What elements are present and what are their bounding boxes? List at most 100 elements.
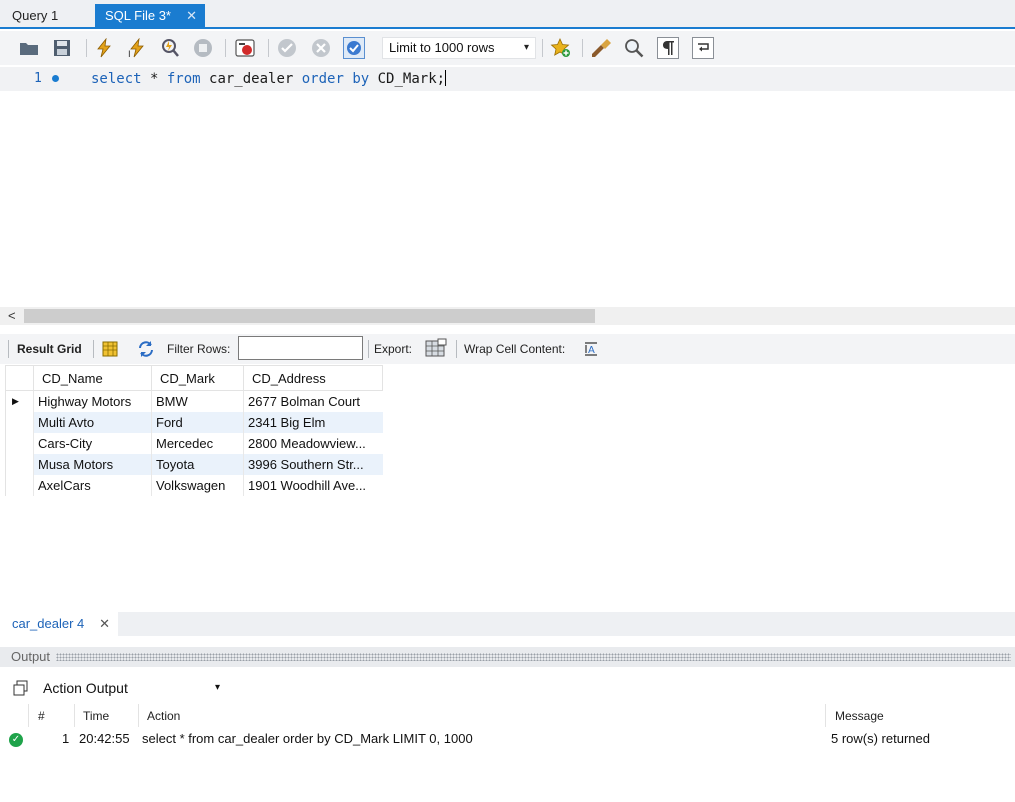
- scroll-left-arrow-icon[interactable]: <: [8, 307, 16, 325]
- tab-label: SQL File 3*: [105, 8, 171, 23]
- sql-editor[interactable]: 1 select * from car_dealer order by CD_M…: [0, 65, 1015, 307]
- cell[interactable]: AxelCars: [33, 474, 152, 496]
- sql-code-line[interactable]: select * from car_dealer order by CD_Mar…: [91, 70, 447, 87]
- limit-rows-select[interactable]: Limit to 1000 rows ▾: [382, 37, 536, 59]
- output-row-message: 5 row(s) returned: [831, 731, 930, 746]
- open-folder-icon[interactable]: [18, 37, 40, 59]
- output-type-select[interactable]: Action Output ▾: [36, 676, 226, 700]
- code-text: *: [141, 71, 167, 87]
- row-marker-header: [5, 365, 34, 391]
- tab-label: Query 1: [12, 8, 59, 23]
- filter-rows-input[interactable]: [238, 336, 363, 360]
- find-icon[interactable]: [623, 37, 645, 59]
- cell[interactable]: Highway Motors: [33, 390, 152, 412]
- sql-editor-toolbar: I Limit to 1000 rows ▾: [0, 31, 1015, 65]
- column-header-message[interactable]: Message: [835, 709, 884, 723]
- invisible-chars-icon[interactable]: [657, 37, 679, 59]
- cell[interactable]: Multi Avto: [33, 411, 152, 433]
- output-toolbar: Action Output ▾: [0, 674, 1015, 702]
- explain-icon[interactable]: [159, 37, 181, 59]
- output-title: Output: [11, 649, 53, 664]
- table-row[interactable]: AxelCars Volkswagen 1901 Woodhill Ave...: [5, 474, 383, 496]
- cell[interactable]: Toyota: [151, 453, 244, 475]
- autocommit-icon[interactable]: [343, 37, 365, 59]
- svg-text:I: I: [128, 50, 131, 58]
- bookmark-icon[interactable]: [550, 37, 572, 59]
- column-header-cd-name[interactable]: CD_Name: [33, 365, 152, 391]
- current-row-arrow-icon: ▶: [5, 390, 34, 412]
- result-grid-label[interactable]: Result Grid: [17, 342, 82, 356]
- row-marker: [5, 432, 34, 454]
- row-marker: [5, 474, 34, 496]
- cell[interactable]: Musa Motors: [33, 453, 152, 475]
- keyword: from: [166, 71, 201, 87]
- table-row[interactable]: ▶ Highway Motors BMW 2677 Bolman Court: [5, 390, 383, 412]
- tab-sql-file-3[interactable]: SQL File 3* ✕: [95, 4, 205, 29]
- cell[interactable]: Cars-City: [33, 432, 152, 454]
- editor-tab-bar: Query 1 SQL File 3* ✕: [0, 0, 1015, 29]
- export-label: Export:: [374, 342, 413, 356]
- cell[interactable]: BMW: [151, 390, 244, 412]
- filter-rows-label: Filter Rows:: [167, 342, 231, 356]
- table-row[interactable]: Cars-City Mercedec 2800 Meadowview...: [5, 432, 383, 454]
- column-header-cd-mark[interactable]: CD_Mark: [151, 365, 244, 391]
- chevron-down-icon: ▾: [523, 42, 529, 53]
- text-cursor: [445, 70, 447, 86]
- result-grid[interactable]: CD_Name CD_Mark CD_Address ▶ Highway Mot…: [5, 365, 383, 496]
- column-header-time[interactable]: Time: [83, 709, 109, 723]
- column-header-number[interactable]: #: [38, 709, 45, 723]
- output-row-action: select * from car_dealer order by CD_Mar…: [142, 731, 473, 746]
- column-header-action[interactable]: Action: [147, 709, 180, 723]
- output-row[interactable]: ✓ 1 20:42:55 select * from car_dealer or…: [0, 728, 1015, 750]
- refresh-icon[interactable]: [135, 338, 157, 360]
- stop-icon[interactable]: [192, 37, 214, 59]
- table-row[interactable]: Musa Motors Toyota 3996 Southern Str...: [5, 453, 383, 475]
- grid-view-icon[interactable]: [99, 338, 121, 360]
- cell[interactable]: 2800 Meadowview...: [243, 432, 383, 454]
- cell[interactable]: 2341 Big Elm: [243, 411, 383, 433]
- svg-text:A: A: [588, 345, 595, 356]
- result-tab-bar: car_dealer 4 ✕: [0, 612, 1015, 636]
- cell[interactable]: 2677 Bolman Court: [243, 390, 383, 412]
- execute-icon[interactable]: [93, 37, 115, 59]
- table-row[interactable]: Multi Avto Ford 2341 Big Elm: [5, 411, 383, 433]
- column-header-cd-address[interactable]: CD_Address: [243, 365, 383, 391]
- cell[interactable]: 1901 Woodhill Ave...: [243, 474, 383, 496]
- cell[interactable]: Volkswagen: [151, 474, 244, 496]
- execute-current-icon[interactable]: I: [126, 37, 148, 59]
- wrap-icon[interactable]: [692, 37, 714, 59]
- beautify-icon[interactable]: [590, 37, 612, 59]
- commit-icon[interactable]: [276, 37, 298, 59]
- output-row-number: 1: [62, 731, 70, 746]
- scrollbar-thumb[interactable]: [24, 309, 595, 323]
- output-grid-header: # Time Action Message: [0, 704, 1015, 727]
- close-tab-icon[interactable]: ✕: [99, 612, 110, 636]
- output-panel-header: Output: [0, 647, 1015, 667]
- success-check-icon: ✓: [9, 733, 23, 747]
- code-text: car_dealer: [200, 71, 302, 87]
- wrap-cell-content-label: Wrap Cell Content:: [464, 342, 566, 356]
- tab-label: car_dealer 4: [12, 616, 85, 631]
- result-toolbar: Result Grid Filter Rows: Export: Wrap Ce…: [0, 334, 1015, 364]
- keyword: by: [352, 71, 370, 87]
- cell[interactable]: 3996 Southern Str...: [243, 453, 383, 475]
- toggle-errors-icon[interactable]: [234, 37, 256, 59]
- keyword: order: [301, 71, 344, 87]
- line-number: 1: [34, 71, 42, 86]
- copy-icon[interactable]: [10, 677, 32, 699]
- cell[interactable]: Ford: [151, 411, 244, 433]
- wrap-cell-icon[interactable]: A: [581, 338, 603, 360]
- tab-query-1[interactable]: Query 1: [2, 4, 90, 29]
- export-icon[interactable]: [425, 337, 447, 359]
- save-icon[interactable]: [51, 37, 73, 59]
- tab-car-dealer-4[interactable]: car_dealer 4 ✕: [0, 612, 118, 636]
- cell[interactable]: Mercedec: [151, 432, 244, 454]
- close-tab-icon[interactable]: ✕: [186, 4, 197, 28]
- output-row-time: 20:42:55: [79, 731, 130, 746]
- row-marker: [5, 411, 34, 433]
- rollback-icon[interactable]: [310, 37, 332, 59]
- limit-rows-value: Limit to 1000 rows: [389, 40, 495, 55]
- statement-marker-icon: [52, 75, 59, 82]
- row-marker: [5, 453, 34, 475]
- editor-horizontal-scrollbar[interactable]: <: [0, 307, 1015, 325]
